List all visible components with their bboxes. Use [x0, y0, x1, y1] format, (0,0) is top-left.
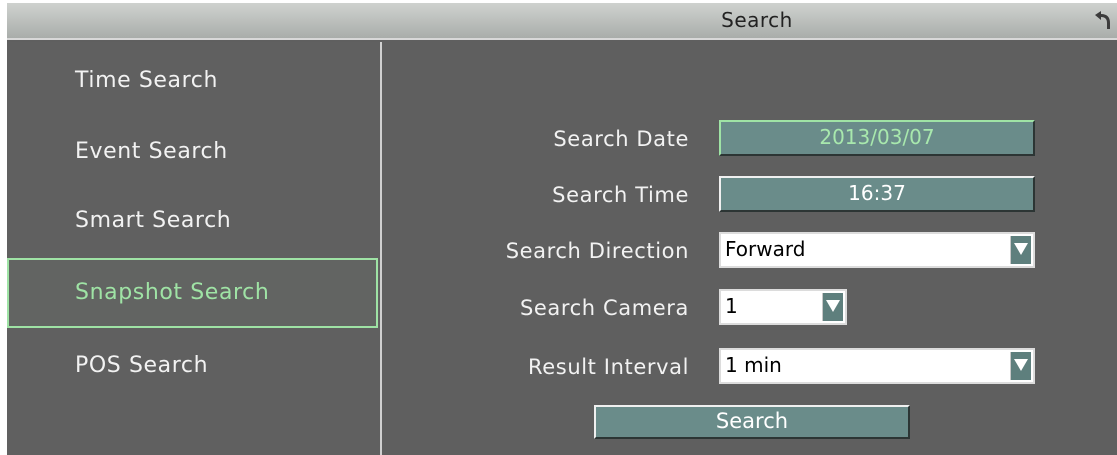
search-window: Search Time Search Event Search Smart Se…	[7, 3, 1117, 455]
search-button[interactable]: Search	[594, 405, 910, 439]
search-direction-select[interactable]: Forward	[719, 232, 1035, 268]
window-title: Search	[721, 8, 793, 32]
search-camera-label: Search Camera	[519, 296, 689, 320]
sidebar-item-pos-search[interactable]: POS Search	[7, 331, 378, 401]
result-interval-value: 1 min	[725, 353, 782, 377]
search-date-field[interactable]: 2013/03/07	[719, 120, 1035, 156]
dropdown-arrow-icon[interactable]	[822, 293, 843, 321]
result-interval-select[interactable]: 1 min	[719, 348, 1035, 384]
title-bar: Search	[7, 3, 1117, 40]
search-camera-select[interactable]: 1	[719, 289, 847, 325]
search-camera-value: 1	[725, 294, 738, 318]
search-date-label: Search Date	[553, 127, 689, 151]
search-direction-label: Search Direction	[505, 239, 689, 263]
search-time-field[interactable]: 16:37	[719, 176, 1035, 212]
sidebar-item-time-search[interactable]: Time Search	[7, 46, 378, 116]
search-time-label: Search Time	[552, 183, 689, 207]
result-interval-label: Result Interval	[528, 355, 689, 379]
sidebar: Time Search Event Search Smart Search Sn…	[7, 42, 382, 455]
sidebar-item-event-search[interactable]: Event Search	[7, 117, 378, 187]
search-direction-value: Forward	[725, 237, 806, 261]
dropdown-arrow-icon[interactable]	[1010, 352, 1031, 380]
dropdown-arrow-icon[interactable]	[1010, 236, 1031, 264]
back-arrow-icon[interactable]	[1091, 9, 1113, 31]
sidebar-item-smart-search[interactable]: Smart Search	[7, 186, 378, 256]
sidebar-item-snapshot-search[interactable]: Snapshot Search	[7, 258, 378, 328]
